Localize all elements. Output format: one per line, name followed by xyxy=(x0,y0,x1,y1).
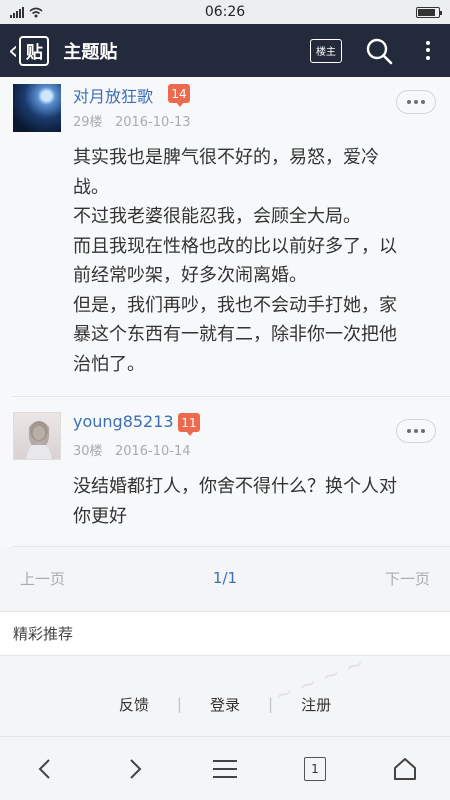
post-menu-button[interactable] xyxy=(396,419,436,443)
page-indicator[interactable]: 1/1 xyxy=(213,569,237,587)
footer-links: 反馈 | 登录 | 注册 xyxy=(0,690,450,718)
wifi-icon xyxy=(29,7,43,17)
status-bar: 06:26 xyxy=(0,0,450,24)
status-time: 06:26 xyxy=(204,4,246,20)
avatar[interactable] xyxy=(13,412,61,460)
prev-page-button[interactable]: 上一页 xyxy=(20,568,65,589)
separator: | xyxy=(268,695,274,713)
browser-back-button[interactable] xyxy=(25,749,65,789)
post-date: 2016-10-14 xyxy=(114,444,191,459)
signal-icon xyxy=(10,6,24,18)
browser-forward-button[interactable] xyxy=(115,749,155,789)
separator: | xyxy=(176,695,182,713)
browser-bottom-bar: 1 xyxy=(0,736,450,800)
chevron-right-icon xyxy=(130,758,142,779)
floor-number: 30楼 xyxy=(73,444,103,459)
home-button[interactable] xyxy=(385,749,425,789)
post-content: 没结婚都打人，你舍不得什么？换个人对 你更好 xyxy=(73,476,397,527)
login-link[interactable]: 登录 xyxy=(210,694,240,715)
post-item: young85213 11 30楼 2016-10-14 没结婚都打人，你舍不得… xyxy=(0,397,450,547)
more-menu-icon[interactable] xyxy=(416,36,440,66)
post-item: 对月放狂歌 14 29楼 2016-10-13 其实我也是脾气很不好的，易怒，爱… xyxy=(0,77,450,397)
floor-number: 29楼 xyxy=(73,115,103,130)
top-app-bar: ‹ 贴 主题贴 楼主 xyxy=(0,24,450,77)
username[interactable]: young85213 xyxy=(73,412,174,431)
next-page-button[interactable]: 下一页 xyxy=(385,568,430,589)
post-meta: 30楼 2016-10-14 xyxy=(73,440,191,459)
post-meta: 29楼 2016-10-13 xyxy=(73,111,191,130)
register-link[interactable]: 注册 xyxy=(301,694,331,715)
recommend-section-title: 精彩推荐 xyxy=(0,611,450,656)
feedback-link[interactable]: 反馈 xyxy=(119,694,149,715)
search-icon[interactable] xyxy=(364,36,394,66)
chevron-left-icon xyxy=(38,758,50,779)
tieba-logo: 贴 xyxy=(19,35,50,66)
back-button[interactable]: ‹ 贴 xyxy=(0,35,50,66)
tabs-button[interactable]: 1 xyxy=(295,749,335,789)
pagination: 上一页 1/1 下一页 xyxy=(0,553,450,603)
username[interactable]: 对月放狂歌 xyxy=(73,83,153,107)
post-menu-button[interactable] xyxy=(396,90,436,114)
menu-icon xyxy=(213,759,237,778)
level-badge: 14 xyxy=(168,84,190,107)
post-content: 其实我也是脾气很不好的，易怒，爱冷 战。 不过我老婆很能忍我，会顾全大局。 而且… xyxy=(73,147,397,375)
page-title: 主题贴 xyxy=(63,41,118,63)
post-date: 2016-10-13 xyxy=(114,115,191,130)
tab-count: 1 xyxy=(304,756,326,781)
home-icon xyxy=(394,757,416,780)
level-badge: 11 xyxy=(178,413,200,436)
chevron-left-icon: ‹ xyxy=(8,35,19,66)
divider xyxy=(13,546,450,547)
battery-icon xyxy=(416,6,442,18)
op-only-button[interactable]: 楼主 xyxy=(310,38,342,63)
browser-menu-button[interactable] xyxy=(205,749,245,789)
avatar[interactable] xyxy=(13,84,61,132)
